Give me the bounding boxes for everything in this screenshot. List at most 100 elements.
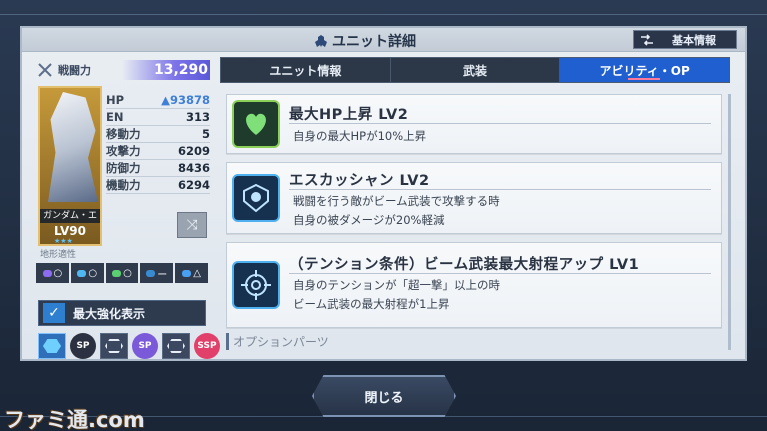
sp-badge-icon: SP — [70, 333, 96, 359]
max-enhance-toggle[interactable]: ✓ 最大強化表示 — [38, 300, 206, 326]
stat-hp: HP ▲93878 — [106, 92, 210, 109]
hexagon-slot-3[interactable] — [162, 333, 190, 359]
basic-info-button[interactable]: 基本情報 — [633, 30, 737, 49]
terrain-label: 地形適性 — [40, 250, 77, 260]
up-arrow-icon: ▲ — [161, 93, 170, 107]
ground-icon — [112, 269, 122, 277]
page-title-text: ユニット詳細 — [332, 34, 416, 50]
combat-power-label: 戦闘力 — [58, 64, 91, 77]
ability-desc-line: 自身の被ダメージが20%軽減 — [293, 213, 445, 227]
stat-label: 移動力 — [106, 127, 141, 141]
ability-divider — [289, 189, 711, 190]
terrain-grade: ○ — [53, 267, 63, 279]
stat-label: EN — [106, 110, 124, 124]
unit-portrait — [48, 92, 98, 202]
terrain-adaptability: ○ ○ ○ ー △ — [36, 263, 208, 283]
stat-label: 機動力 — [106, 178, 141, 192]
terrain-air: ○ — [70, 263, 104, 283]
ability-desc: 自身の最大HPが10%上昇 — [293, 129, 427, 143]
hexagon-slot-1[interactable] — [38, 333, 66, 359]
close-button[interactable]: 閉じる — [312, 375, 456, 417]
ability-desc: 戦闘を行う敵がビーム武装で攻撃する時 自身の被ダメージが20%軽減 — [293, 192, 500, 230]
ability-title: エスカッシャン LV2 — [289, 173, 430, 189]
ability-title: （テンション条件）ビーム武装最大射程アップ LV1 — [289, 257, 640, 273]
ssp-badge-icon: SSP — [194, 333, 220, 359]
sword-icon — [38, 63, 52, 77]
stat-label: 攻撃力 — [106, 144, 141, 158]
combat-power: 戦闘力 13,290 — [36, 59, 210, 81]
shuffle-icon: ⤨ — [186, 217, 198, 233]
space-icon — [42, 269, 52, 277]
terrain-grade: ー — [157, 269, 168, 281]
sp-badge-label: SP — [138, 341, 152, 351]
stat-mobility: 機動力 6294 — [106, 177, 210, 194]
stat-label: HP — [106, 93, 125, 107]
combat-power-value: 13,290 — [153, 62, 208, 78]
stat-value-text: 93878 — [169, 93, 210, 107]
top-divider — [0, 14, 767, 15]
stat-en: EN 313 — [106, 109, 210, 126]
stat-value: 313 — [185, 110, 210, 124]
ability-item-beam-range[interactable]: （テンション条件）ビーム武装最大射程アップ LV1 自身のテンションが「超一撃」… — [226, 242, 722, 328]
tab-ability-op[interactable]: アビリティ・OP — [560, 58, 730, 82]
unit-icon — [315, 35, 327, 47]
terrain-space: ○ — [36, 263, 69, 283]
stat-value: 6294 — [177, 178, 210, 192]
hexagon-slot-2[interactable] — [100, 333, 128, 359]
ability-desc-line: 戦闘を行う敵がビーム武装で攻撃する時 — [293, 194, 500, 208]
option-parts-heading: オプションパーツ — [226, 333, 329, 350]
swap-icon — [641, 33, 653, 46]
ability-item-escutcheon[interactable]: エスカッシャン LV2 戦闘を行う敵がビーム武装で攻撃する時 自身の被ダメージが… — [226, 162, 722, 234]
page-title: ユニット詳細 — [314, 31, 416, 51]
watermark-logo: ファミ通.com — [4, 408, 145, 431]
terrain-grade: △ — [193, 267, 201, 279]
terrain-underwater: △ — [175, 263, 208, 283]
stat-label: 防御力 — [106, 161, 141, 175]
unit-card[interactable]: ガンダム・エ LV90 ★★★ — [38, 86, 102, 246]
heart-icon — [232, 100, 280, 148]
stats-list: HP ▲93878 EN 313 移動力 5 攻撃力 6209 防御力 8436… — [106, 92, 210, 194]
hexagon-icon — [43, 339, 61, 353]
ability-list: 最大HP上昇 LV2 自身の最大HPが10%上昇 エスカッシャン LV2 戦闘を… — [226, 94, 724, 354]
heart-glyph — [246, 113, 266, 135]
tab-weapons[interactable]: 武装 — [391, 58, 561, 82]
stat-move: 移動力 5 — [106, 126, 210, 143]
title-bar: ユニット詳細 基本情報 — [22, 28, 745, 52]
ability-desc-line: 自身のテンションが「超一撃」以上の時 — [293, 278, 500, 292]
unit-card-name: ガンダム・エ — [40, 209, 100, 223]
stat-defense: 防御力 8436 — [106, 160, 210, 177]
terrain-water-surface: ー — [140, 263, 174, 283]
ability-title: 最大HP上昇 LV2 — [289, 107, 409, 123]
rarity-stars-icon: ★★★ — [54, 237, 73, 245]
underwater-icon — [182, 269, 192, 277]
hexagon-icon — [167, 339, 185, 353]
hexagon-icon — [105, 339, 123, 353]
swap-unit-button[interactable]: ⤨ — [177, 212, 207, 238]
detail-tabs: ユニット情報 武装 アビリティ・OP — [220, 57, 730, 83]
max-enhance-label: 最大強化表示 — [73, 306, 146, 321]
terrain-grade: ○ — [88, 267, 98, 279]
tab-unit-info[interactable]: ユニット情報 — [221, 58, 391, 82]
water-surface-icon — [146, 269, 156, 277]
stat-attack: 攻撃力 6209 — [106, 143, 210, 160]
checkmark-icon: ✓ — [43, 303, 65, 323]
ability-divider — [289, 123, 711, 124]
unit-card-level: LV90 — [54, 224, 86, 238]
ability-scrollbar[interactable] — [728, 94, 731, 350]
stat-value: 6209 — [177, 144, 210, 158]
stat-value: ▲93878 — [161, 93, 210, 107]
combat-power-bar: 13,290 — [122, 60, 210, 80]
ability-desc: 自身のテンションが「超一撃」以上の時 ビーム武装の最大射程が1上昇 — [293, 276, 500, 314]
ability-item-max-hp[interactable]: 最大HP上昇 LV2 自身の最大HPが10%上昇 — [226, 94, 722, 154]
terrain-grade: ○ — [123, 267, 132, 279]
stat-value: 8436 — [177, 161, 210, 175]
ability-desc-line: ビーム武装の最大射程が1上昇 — [293, 297, 450, 311]
sp-badge-icon: SP — [132, 333, 158, 359]
crosshair-icon — [232, 261, 280, 309]
crosshair-glyph — [241, 270, 271, 300]
shield-icon — [232, 174, 280, 222]
stat-value: 5 — [201, 127, 210, 141]
terrain-ground: ○ — [105, 263, 139, 283]
shield-glyph — [243, 183, 269, 213]
ability-divider — [289, 273, 711, 274]
